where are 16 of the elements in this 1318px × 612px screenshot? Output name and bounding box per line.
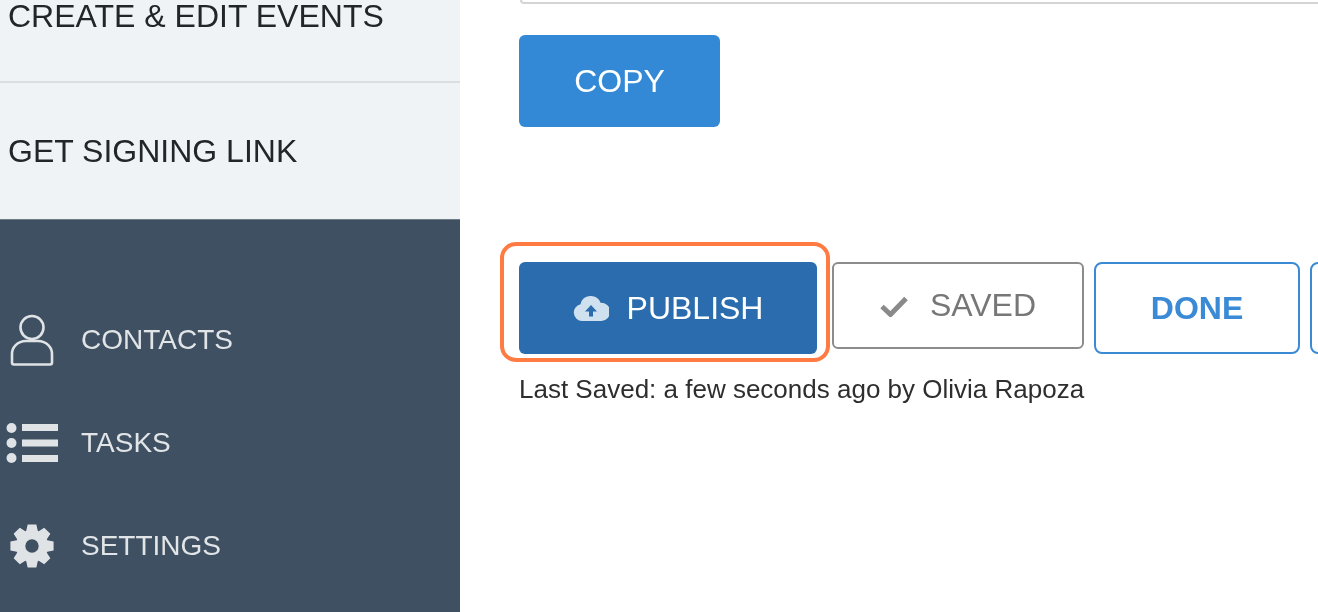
sidebar-step-link[interactable]: GET SIGNING LINK: [0, 135, 298, 167]
sidebar-step-link[interactable]: CREATE & EDIT EVENTS: [0, 0, 384, 32]
publish-button[interactable]: PUBLISH: [519, 262, 817, 354]
person-icon: [9, 313, 55, 366]
settings-icon: [9, 522, 55, 569]
sidebar-menu-item[interactable]: CONTACTS: [0, 288, 460, 391]
cloud-upload-icon: [572, 295, 609, 321]
outline-button[interactable]: DONE: [1094, 262, 1300, 354]
list-icon: [6, 421, 58, 464]
saved-status-button[interactable]: SAVED: [832, 262, 1084, 349]
check-icon: [879, 294, 908, 317]
sidebar-menu-item[interactable]: TASKS: [0, 391, 460, 494]
sidebar-menu-item[interactable]: SETTINGS: [0, 494, 460, 597]
input-field[interactable]: [520, 0, 1318, 4]
last-saved-text: Last Saved: a few seconds ago by Olivia Rapoza: [519, 374, 1086, 404]
copy-button[interactable]: COPY: [519, 35, 720, 127]
